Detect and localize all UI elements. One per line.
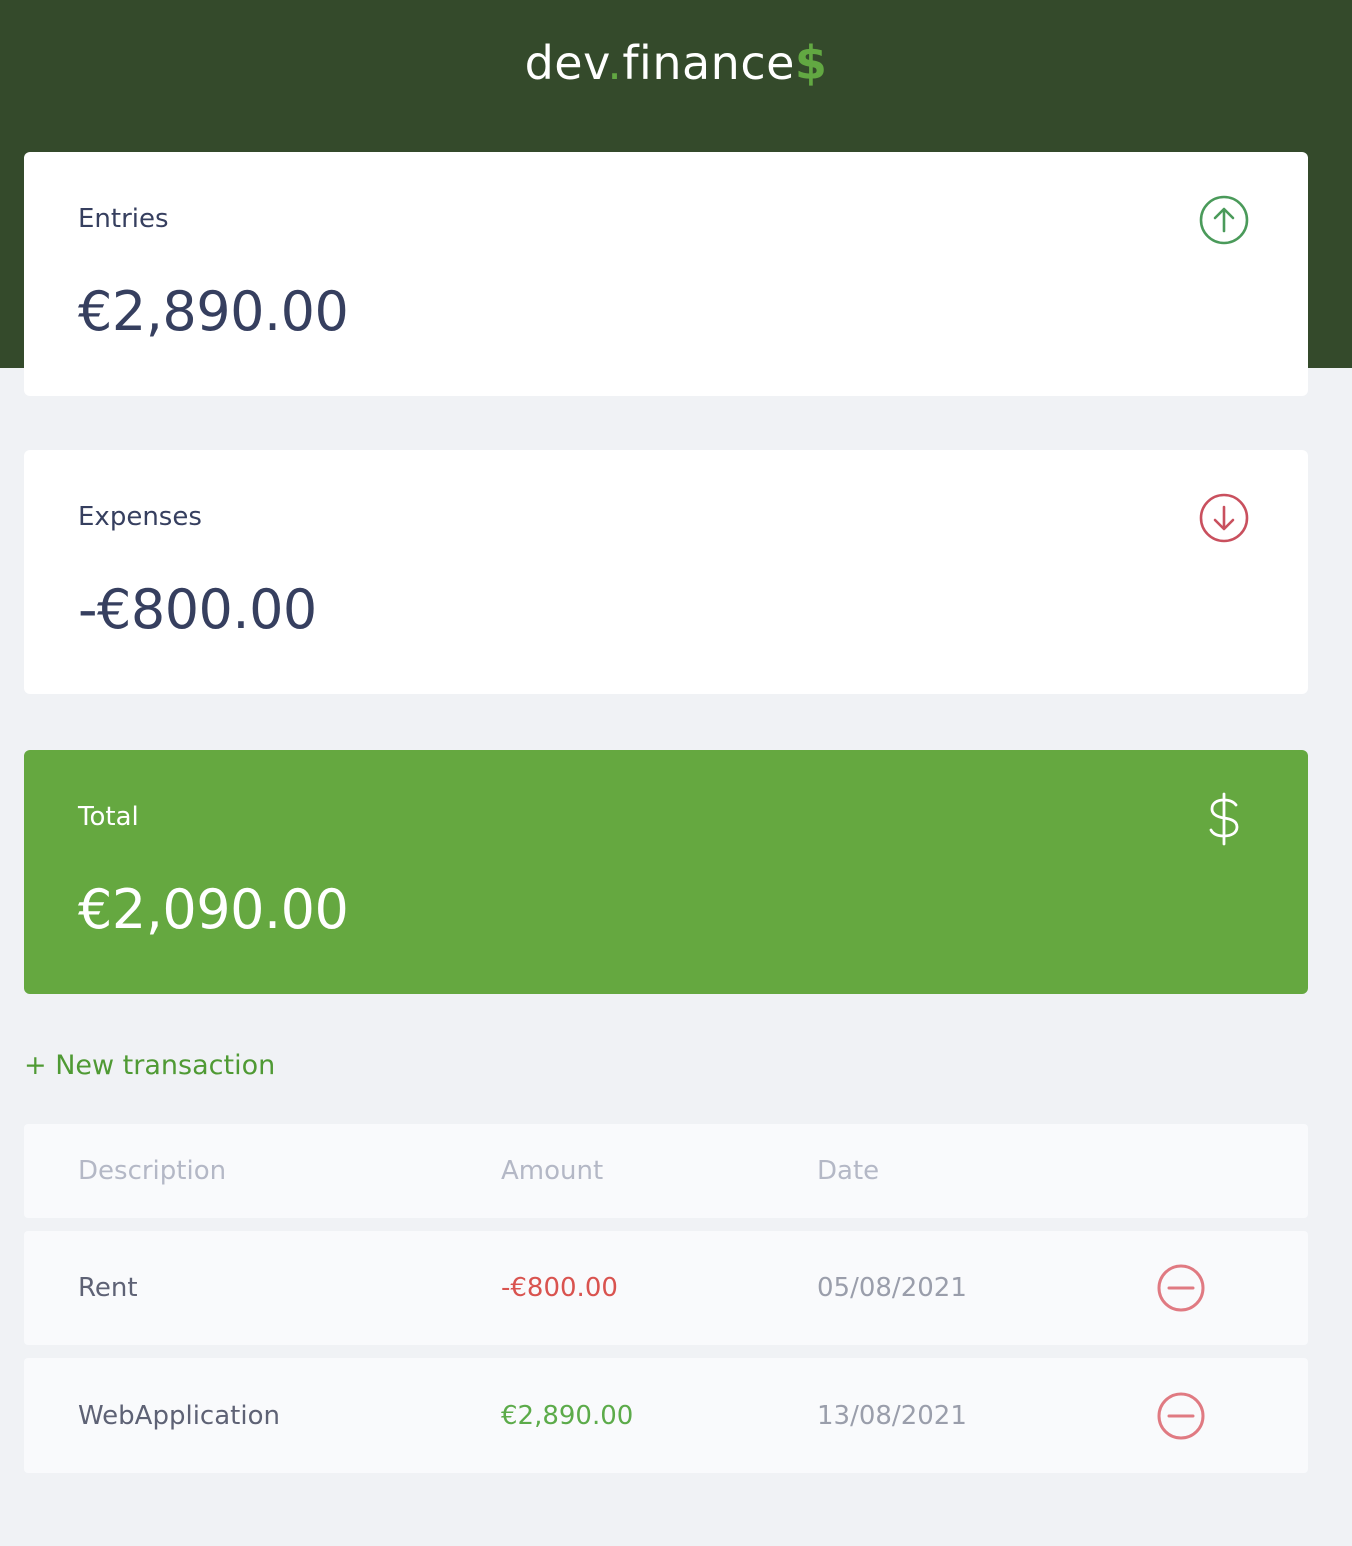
total-title: Total — [78, 802, 139, 832]
remove-transaction-icon[interactable] — [1156, 1391, 1206, 1441]
entries-title: Entries — [78, 204, 169, 234]
app-logo: dev.finance$ — [0, 36, 1352, 90]
logo-dollar-sign: $ — [794, 36, 828, 90]
transaction-amount: €2,890.00 — [501, 1400, 634, 1431]
logo-dot: . — [607, 36, 623, 90]
entries-card: Entries €2,890.00 — [24, 152, 1308, 396]
arrow-up-circle-icon — [1199, 195, 1249, 245]
transaction-date: 05/08/2021 — [817, 1273, 967, 1303]
table-row: WebApplication €2,890.00 13/08/2021 — [24, 1358, 1308, 1473]
table-row: Rent -€800.00 05/08/2021 — [24, 1231, 1308, 1345]
arrow-down-circle-icon — [1199, 493, 1249, 543]
logo-text-dev: dev — [524, 36, 608, 90]
header-description: Description — [78, 1156, 227, 1186]
transaction-description: Rent — [78, 1273, 138, 1303]
entries-value: €2,890.00 — [78, 280, 349, 343]
transaction-date: 13/08/2021 — [817, 1400, 967, 1431]
expenses-card: Expenses -€800.00 — [24, 450, 1308, 694]
expenses-value: -€800.00 — [78, 578, 317, 641]
new-transaction-link[interactable]: + New transaction — [24, 1050, 275, 1081]
table-header-row: Description Amount Date — [24, 1124, 1308, 1218]
remove-transaction-icon[interactable] — [1156, 1263, 1206, 1313]
total-card: Total €2,090.00 — [24, 750, 1308, 994]
transaction-amount: -€800.00 — [501, 1273, 618, 1303]
header-amount: Amount — [501, 1156, 604, 1186]
logo-text-finance: finance — [622, 36, 795, 90]
header-date: Date — [817, 1156, 880, 1186]
transaction-description: WebApplication — [78, 1400, 280, 1431]
total-value: €2,090.00 — [78, 878, 349, 941]
dollar-sign-icon — [1209, 792, 1239, 846]
expenses-title: Expenses — [78, 502, 202, 532]
